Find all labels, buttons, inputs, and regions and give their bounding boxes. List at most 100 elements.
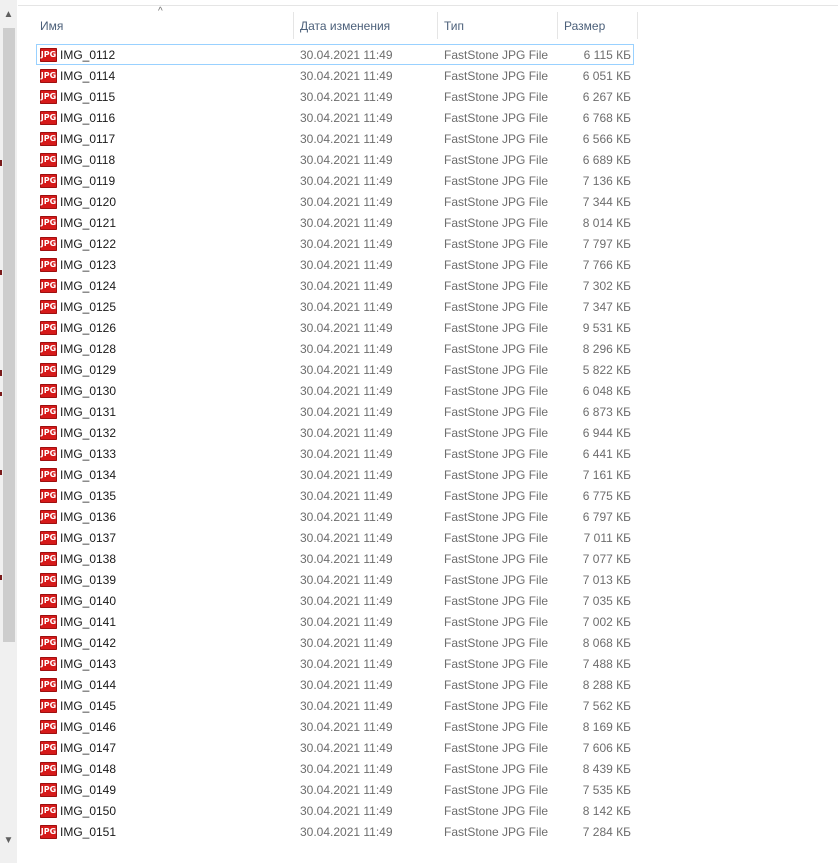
file-row[interactable]: JPG IMG_0136 30.04.2021 11:49 FastStone JPG… [36, 506, 634, 527]
file-date-modified: 30.04.2021 11:49 [300, 300, 393, 314]
file-date-modified: 30.04.2021 11:49 [300, 552, 393, 566]
column-header-type[interactable]: Тип [438, 12, 558, 39]
file-row[interactable]: JPG IMG_0124 30.04.2021 11:49 FastStone JPG… [36, 275, 634, 296]
file-row[interactable]: JPG IMG_0132 30.04.2021 11:49 FastStone JPG… [36, 422, 634, 443]
file-row[interactable]: JPG IMG_0146 30.04.2021 11:49 FastStone JPG… [36, 716, 634, 737]
jpg-file-icon-glyph: JPG [40, 489, 57, 503]
file-row[interactable]: JPG IMG_0147 30.04.2021 11:49 FastStone JPG… [36, 737, 634, 758]
file-row[interactable]: JPG IMG_0142 30.04.2021 11:49 FastStone JPG… [36, 632, 634, 653]
file-size: 8 439 КБ [582, 762, 631, 776]
jpg-file-icon-glyph: JPG [40, 258, 57, 272]
file-row[interactable]: JPG IMG_0130 30.04.2021 11:49 FastStone JPG… [36, 380, 634, 401]
file-type: FastStone JPG File [444, 657, 549, 671]
file-row[interactable]: JPG IMG_0118 30.04.2021 11:49 FastStone JPG… [36, 149, 634, 170]
column-header-size[interactable]: Размер [558, 12, 638, 39]
file-type: FastStone JPG File [444, 468, 549, 482]
jpg-file-icon: JPG [40, 174, 57, 188]
scrollbar-thumb[interactable] [3, 28, 15, 642]
file-row[interactable]: JPG IMG_0135 30.04.2021 11:49 FastStone JPG… [36, 485, 634, 506]
jpg-file-icon: JPG [40, 615, 57, 629]
file-date-modified: 30.04.2021 11:49 [300, 321, 393, 335]
file-row[interactable]: JPG IMG_0151 30.04.2021 11:49 FastStone JPG… [36, 821, 634, 842]
file-date-modified: 30.04.2021 11:49 [300, 111, 393, 125]
jpg-file-icon: JPG [40, 195, 57, 209]
jpg-file-icon-glyph: JPG [40, 825, 57, 839]
file-type: FastStone JPG File [444, 174, 549, 188]
sort-ascending-icon: ^ [158, 6, 163, 17]
file-row[interactable]: JPG IMG_0140 30.04.2021 11:49 FastStone JPG… [36, 590, 634, 611]
file-size: 7 347 КБ [582, 300, 631, 314]
scroll-down-icon[interactable]: ▼ [0, 832, 17, 849]
file-row[interactable]: JPG IMG_0121 30.04.2021 11:49 FastStone JPG… [36, 212, 634, 233]
file-date-modified: 30.04.2021 11:49 [300, 195, 393, 209]
file-row[interactable]: JPG IMG_0122 30.04.2021 11:49 FastStone JPG… [36, 233, 634, 254]
column-header-size-label: Размер [564, 19, 606, 33]
jpg-file-icon-glyph: JPG [40, 657, 57, 671]
jpg-file-icon-glyph: JPG [40, 426, 57, 440]
file-row[interactable]: JPG IMG_0116 30.04.2021 11:49 FastStone JPG… [36, 107, 634, 128]
jpg-file-icon-glyph: JPG [40, 552, 57, 566]
file-row[interactable]: JPG IMG_0145 30.04.2021 11:49 FastStone JPG… [36, 695, 634, 716]
file-row[interactable]: JPG IMG_0126 30.04.2021 11:49 FastStone JPG… [36, 317, 634, 338]
file-date-modified: 30.04.2021 11:49 [300, 279, 393, 293]
file-size: 7 284 КБ [582, 825, 631, 839]
file-row[interactable]: JPG IMG_0134 30.04.2021 11:49 FastStone JPG… [36, 464, 634, 485]
file-name: IMG_0148 [60, 762, 117, 776]
file-type: FastStone JPG File [444, 90, 549, 104]
top-divider [18, 5, 838, 6]
file-size: 7 077 КБ [582, 552, 631, 566]
file-row[interactable]: JPG IMG_0125 30.04.2021 11:49 FastStone JPG… [36, 296, 634, 317]
jpg-file-icon: JPG [40, 762, 57, 776]
file-date-modified: 30.04.2021 11:49 [300, 531, 393, 545]
file-date-modified: 30.04.2021 11:49 [300, 573, 393, 587]
file-date-modified: 30.04.2021 11:49 [300, 594, 393, 608]
file-row[interactable]: JPG IMG_0139 30.04.2021 11:49 FastStone JPG… [36, 569, 634, 590]
file-row[interactable]: JPG IMG_0117 30.04.2021 11:49 FastStone JPG… [36, 128, 634, 149]
file-date-modified: 30.04.2021 11:49 [300, 258, 393, 272]
file-type: FastStone JPG File [444, 69, 549, 83]
jpg-file-icon: JPG [40, 552, 57, 566]
file-row[interactable]: JPG IMG_0112 30.04.2021 11:49 FastStone JPG… [36, 44, 634, 65]
file-size: 6 768 КБ [582, 111, 631, 125]
vertical-scrollbar[interactable]: ▲ ▼ [0, 0, 17, 863]
file-size: 7 002 КБ [582, 615, 631, 629]
file-row[interactable]: JPG IMG_0115 30.04.2021 11:49 FastStone JPG… [36, 86, 634, 107]
column-header-type-label: Тип [444, 19, 465, 33]
file-type: FastStone JPG File [444, 426, 549, 440]
file-row[interactable]: JPG IMG_0149 30.04.2021 11:49 FastStone JPG… [36, 779, 634, 800]
file-row[interactable]: JPG IMG_0128 30.04.2021 11:49 FastStone JPG… [36, 338, 634, 359]
file-size: 7 035 КБ [582, 594, 631, 608]
jpg-file-icon: JPG [40, 783, 57, 797]
file-date-modified: 30.04.2021 11:49 [300, 174, 393, 188]
file-row[interactable]: JPG IMG_0114 30.04.2021 11:49 FastStone JPG… [36, 65, 634, 86]
file-row[interactable]: JPG IMG_0137 30.04.2021 11:49 FastStone JPG… [36, 527, 634, 548]
file-row[interactable]: JPG IMG_0120 30.04.2021 11:49 FastStone JPG… [36, 191, 634, 212]
file-size: 7 302 КБ [582, 279, 631, 293]
file-name: IMG_0146 [60, 720, 117, 734]
file-date-modified: 30.04.2021 11:49 [300, 132, 393, 146]
file-row[interactable]: JPG IMG_0123 30.04.2021 11:49 FastStone JPG… [36, 254, 634, 275]
file-row[interactable]: JPG IMG_0144 30.04.2021 11:49 FastStone JPG… [36, 674, 634, 695]
file-row[interactable]: JPG IMG_0148 30.04.2021 11:49 FastStone JPG… [36, 758, 634, 779]
file-type: FastStone JPG File [444, 783, 549, 797]
file-row[interactable]: JPG IMG_0138 30.04.2021 11:49 FastStone JPG… [36, 548, 634, 569]
file-size: 6 051 КБ [582, 69, 631, 83]
file-row[interactable]: JPG IMG_0150 30.04.2021 11:49 FastStone JPG… [36, 800, 634, 821]
scroll-up-icon[interactable]: ▲ [0, 6, 17, 23]
file-row[interactable]: JPG IMG_0131 30.04.2021 11:49 FastStone JPG… [36, 401, 634, 422]
file-size: 7 562 КБ [582, 699, 631, 713]
file-row[interactable]: JPG IMG_0143 30.04.2021 11:49 FastStone JPG… [36, 653, 634, 674]
file-type: FastStone JPG File [444, 573, 549, 587]
file-row[interactable]: JPG IMG_0119 30.04.2021 11:49 FastStone JPG… [36, 170, 634, 191]
column-header-name[interactable]: ^ Имя [34, 7, 294, 39]
jpg-file-icon-glyph: JPG [40, 762, 57, 776]
file-row[interactable]: JPG IMG_0129 30.04.2021 11:49 FastStone JPG… [36, 359, 634, 380]
file-row[interactable]: JPG IMG_0141 30.04.2021 11:49 FastStone JPG… [36, 611, 634, 632]
column-header-date[interactable]: Дата изменения [294, 12, 438, 39]
jpg-file-icon-glyph: JPG [40, 384, 57, 398]
file-name: IMG_0134 [60, 468, 117, 482]
jpg-file-icon: JPG [40, 153, 57, 167]
file-row[interactable]: JPG IMG_0133 30.04.2021 11:49 FastStone JPG… [36, 443, 634, 464]
partially-visible-row [36, 846, 634, 863]
file-name: IMG_0141 [60, 615, 117, 629]
